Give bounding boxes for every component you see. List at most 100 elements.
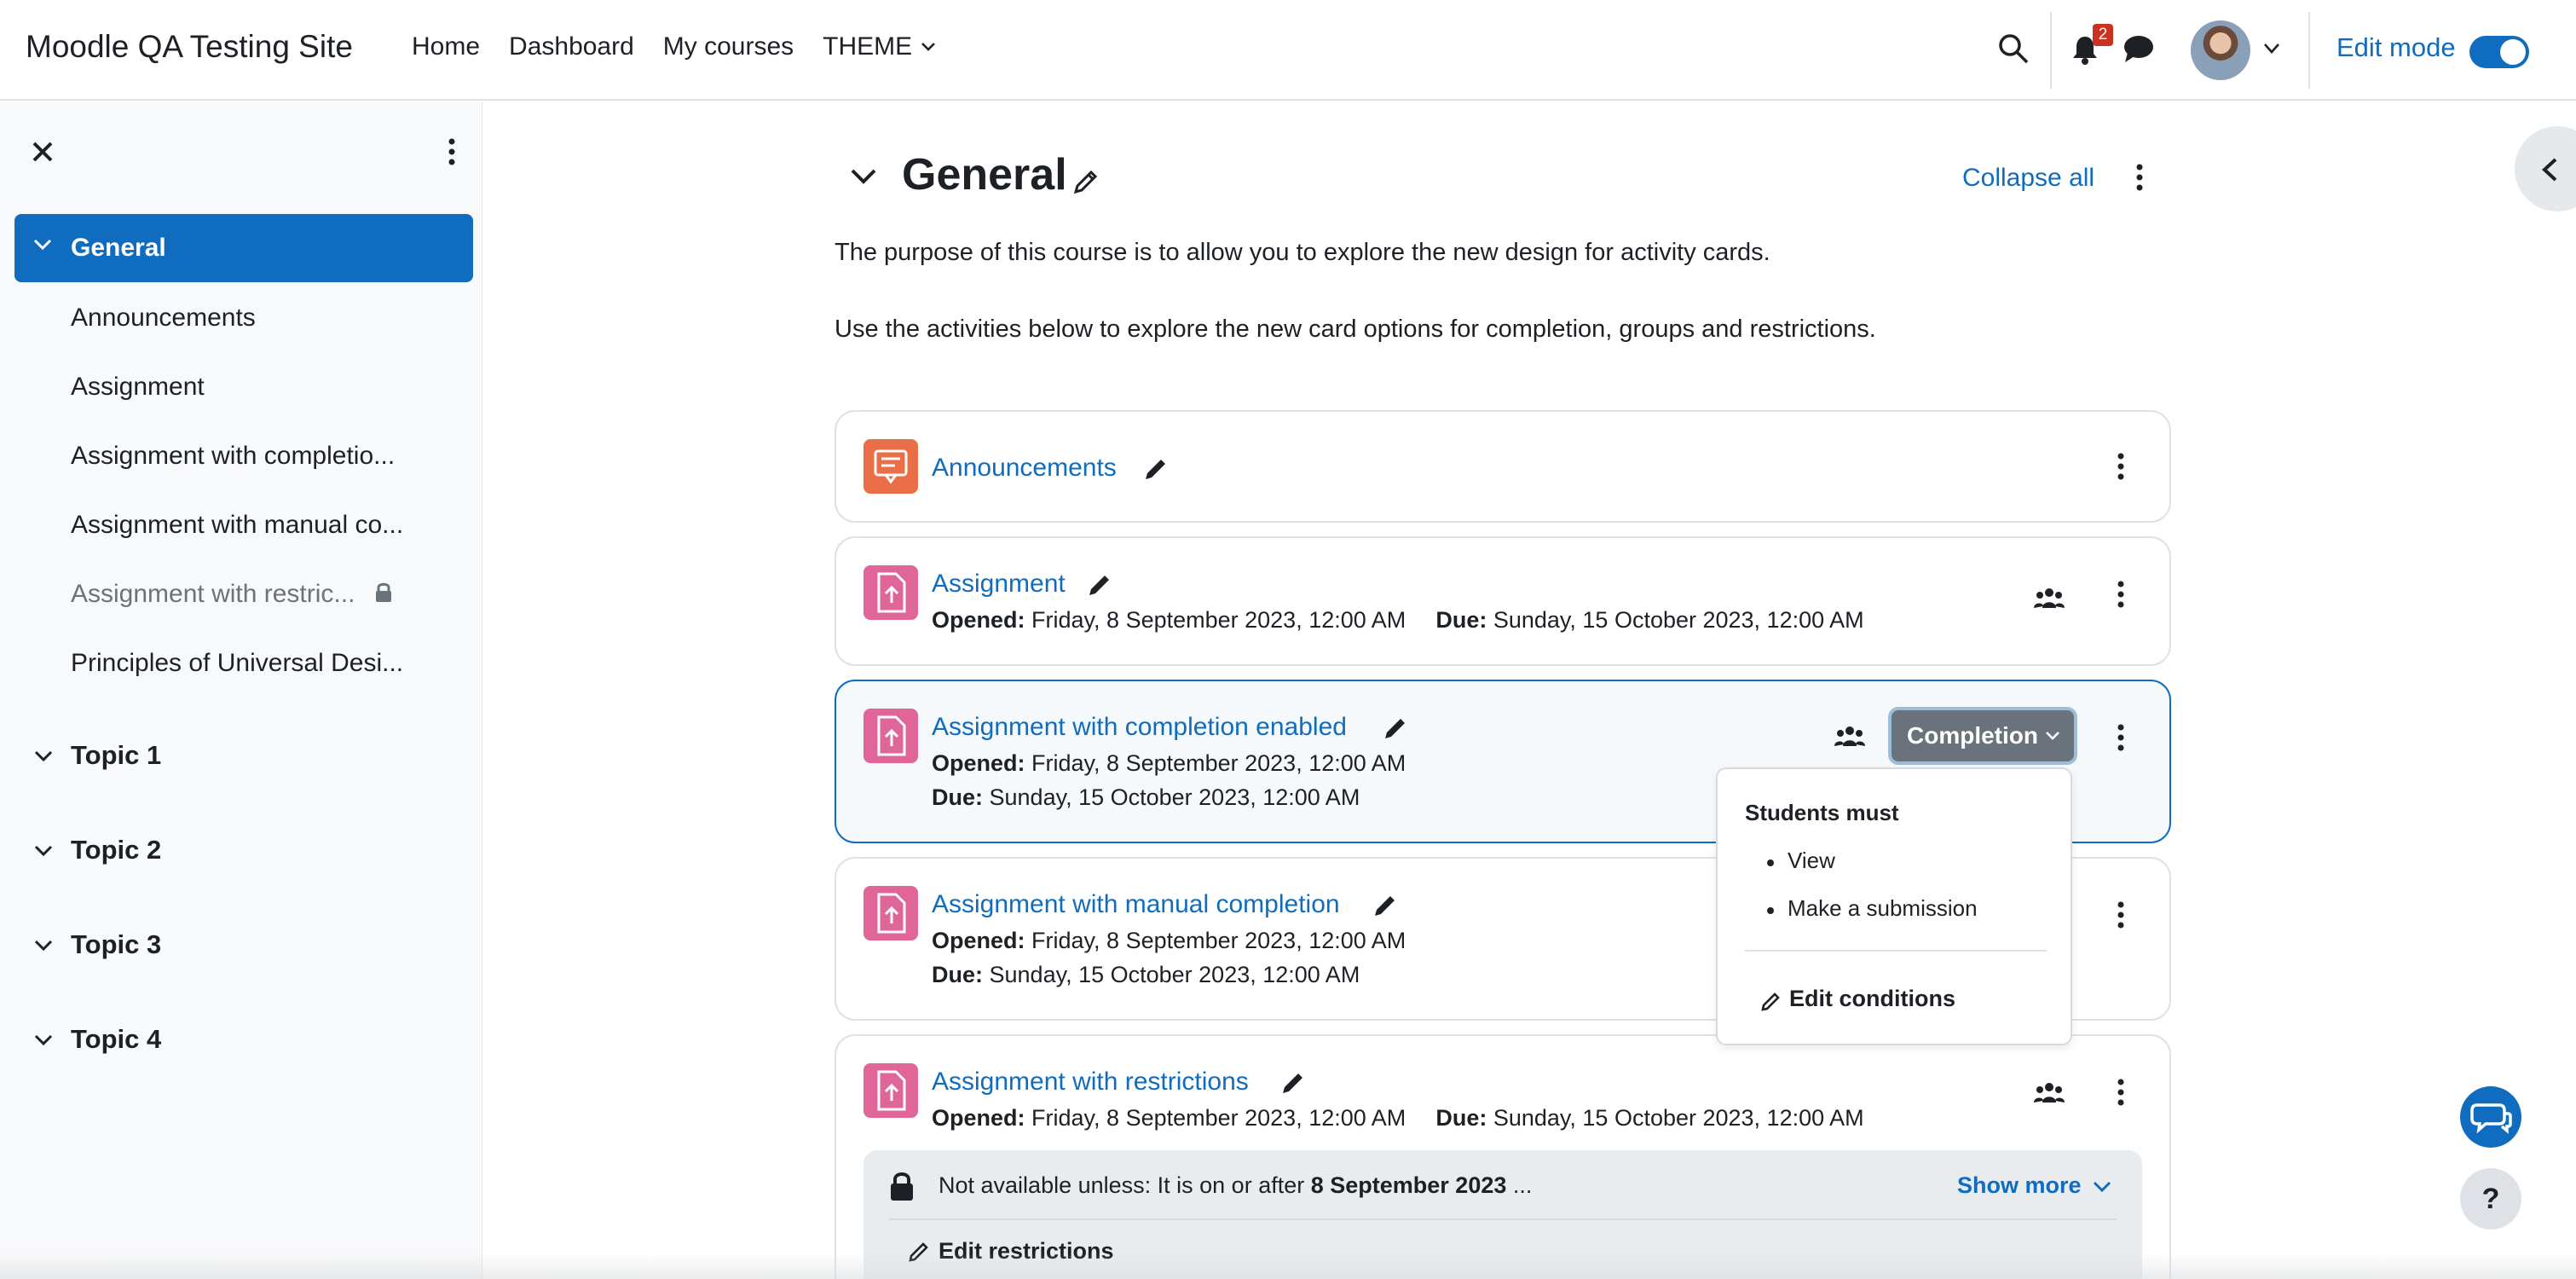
course-index-section-topic-3[interactable]: Topic 3: [0, 921, 482, 972]
opened-date: Friday, 8 September 2023, 12:00 AM: [1031, 750, 1406, 776]
course-index-item-announcements[interactable]: Announcements: [71, 304, 256, 333]
pencil-icon[interactable]: [1372, 889, 1401, 918]
chevron-down-icon[interactable]: [34, 1034, 53, 1046]
file-upload-icon: [877, 1070, 906, 1111]
opened-date: Friday, 8 September 2023, 12:00 AM: [1031, 928, 1406, 953]
activity-dates: Opened: Friday, 8 September 2023, 12:00 …: [932, 607, 1864, 634]
activity-link[interactable]: Assignment with restrictions: [932, 1068, 1249, 1097]
notification-count-badge: 2: [2093, 24, 2113, 46]
section-summary-line: Use the activities below to explore the …: [835, 315, 1876, 343]
user-avatar[interactable]: [2191, 20, 2250, 80]
forum-icon: [863, 439, 918, 494]
groups-icon[interactable]: [1834, 724, 1866, 749]
nav-dashboard[interactable]: Dashboard: [509, 32, 634, 61]
section-label: Topic 2: [71, 835, 162, 865]
collapse-all-link[interactable]: Collapse all: [1962, 164, 2094, 193]
edit-mode-label[interactable]: Edit mode: [2336, 32, 2456, 63]
chevron-down-icon[interactable]: [2093, 1181, 2111, 1193]
nav-home[interactable]: Home: [412, 32, 480, 61]
activity-link[interactable]: Assignment with completion enabled: [932, 713, 1347, 742]
chevron-down-icon[interactable]: [2263, 43, 2280, 55]
activity-opened: Opened: Friday, 8 September 2023, 12:00 …: [932, 928, 1406, 954]
opened-date: Friday, 8 September 2023, 12:00 AM: [1031, 607, 1406, 633]
nav-my-courses[interactable]: My courses: [663, 32, 794, 61]
activity-link[interactable]: Announcements: [932, 454, 1117, 483]
chevron-down-icon[interactable]: [34, 750, 53, 762]
course-index-item-assignment[interactable]: Assignment: [71, 373, 205, 402]
assignment-icon: [863, 709, 918, 763]
groups-icon[interactable]: [2033, 586, 2065, 611]
opened-label: Opened:: [932, 928, 1025, 953]
chevron-down-icon[interactable]: [850, 168, 877, 185]
activity-link[interactable]: Assignment with manual completion: [932, 890, 1340, 919]
chevron-down-icon[interactable]: [34, 845, 53, 857]
activity-card-assignment: Assignment Opened: Friday, 8 September 2…: [835, 536, 2171, 666]
kebab-menu-icon[interactable]: [2112, 1077, 2129, 1108]
file-upload-icon: [877, 715, 906, 756]
activity-opened: Opened: Friday, 8 September 2023, 12:00 …: [932, 750, 1406, 777]
pencil-icon[interactable]: [1279, 1067, 1308, 1096]
lock-icon: [375, 582, 391, 602]
close-icon[interactable]: [31, 140, 55, 164]
kebab-menu-icon[interactable]: [443, 136, 460, 167]
item-label: Assignment with restric...: [71, 580, 355, 608]
navbar-divider: [2050, 12, 2052, 89]
kebab-menu-icon[interactable]: [2112, 722, 2129, 753]
bullet: [1767, 907, 1774, 914]
pencil-icon[interactable]: [1142, 453, 1171, 482]
course-index-item-principles[interactable]: Principles of Universal Desi...: [71, 649, 403, 678]
kebab-menu-icon[interactable]: [2112, 451, 2129, 482]
activity-dates: Opened: Friday, 8 September 2023, 12:00 …: [932, 1105, 1864, 1131]
completion-dropdown-button[interactable]: Completion: [1892, 710, 2074, 761]
course-index-item-assignment-manual[interactable]: Assignment with manual co...: [71, 511, 403, 540]
speech-bubble-icon: [874, 449, 908, 484]
bottom-fade: [0, 1253, 2576, 1279]
bullet: [1767, 859, 1774, 866]
search-icon[interactable]: [1997, 32, 2030, 65]
chevron-down-icon[interactable]: [34, 940, 53, 952]
completion-condition: View: [1788, 848, 1835, 873]
pencil-icon[interactable]: [1086, 569, 1115, 598]
chat-fab-button[interactable]: [2460, 1086, 2521, 1148]
course-index-section-topic-1[interactable]: Topic 1: [0, 732, 482, 783]
assignment-icon: [863, 1063, 918, 1118]
restriction-suffix: ...: [1512, 1172, 1533, 1198]
show-more-link[interactable]: Show more: [1957, 1172, 2082, 1199]
pencil-icon[interactable]: [1072, 165, 1101, 194]
kebab-menu-icon[interactable]: [2112, 900, 2129, 930]
groups-icon[interactable]: [2033, 1080, 2065, 1106]
chat-bubbles-icon: [2470, 1103, 2512, 1134]
help-button[interactable]: ?: [2460, 1168, 2521, 1230]
edit-mode-toggle[interactable]: [2469, 36, 2529, 68]
restriction-prefix: Not available unless: It is on or after: [939, 1172, 1305, 1198]
site-name[interactable]: Moodle QA Testing Site: [26, 29, 353, 65]
activity-card-assignment-restrictions: Assignment with restrictions Opened: Fri…: [835, 1034, 2171, 1279]
messages-icon[interactable]: [2123, 34, 2155, 63]
navbar-divider: [2308, 12, 2310, 89]
opened-label: Opened:: [932, 607, 1025, 633]
file-upload-icon: [877, 893, 906, 934]
activity-link[interactable]: Assignment: [932, 570, 1066, 599]
activity-due: Due: Sunday, 15 October 2023, 12:00 AM: [932, 962, 1360, 988]
course-index-section-topic-2[interactable]: Topic 2: [0, 826, 482, 877]
section-title: General: [902, 150, 1067, 200]
file-upload-icon: [877, 572, 906, 613]
due-label: Due:: [932, 784, 983, 810]
due-label: Due:: [1435, 1105, 1487, 1131]
due-label: Due:: [1435, 607, 1487, 633]
pencil-icon: [1761, 993, 1780, 1011]
kebab-menu-icon[interactable]: [2131, 162, 2148, 193]
nav-theme-label: THEME: [823, 32, 913, 61]
course-index-item-assignment-completion[interactable]: Assignment with completio...: [71, 442, 395, 471]
chevron-left-icon: [2542, 158, 2557, 182]
course-index-section-general[interactable]: General: [14, 214, 473, 282]
course-index-item-assignment-restrictions[interactable]: Assignment with restric...: [71, 580, 393, 609]
nav-theme-menu[interactable]: THEME: [823, 32, 936, 61]
opened-label: Opened:: [932, 1105, 1025, 1131]
pencil-icon[interactable]: [1382, 712, 1411, 741]
section-label: Topic 4: [71, 1024, 162, 1054]
kebab-menu-icon[interactable]: [2112, 579, 2129, 610]
course-index-section-topic-4[interactable]: Topic 4: [0, 1016, 482, 1067]
edit-conditions-link[interactable]: Edit conditions: [1789, 986, 1955, 1012]
chevron-down-icon[interactable]: [33, 239, 52, 251]
